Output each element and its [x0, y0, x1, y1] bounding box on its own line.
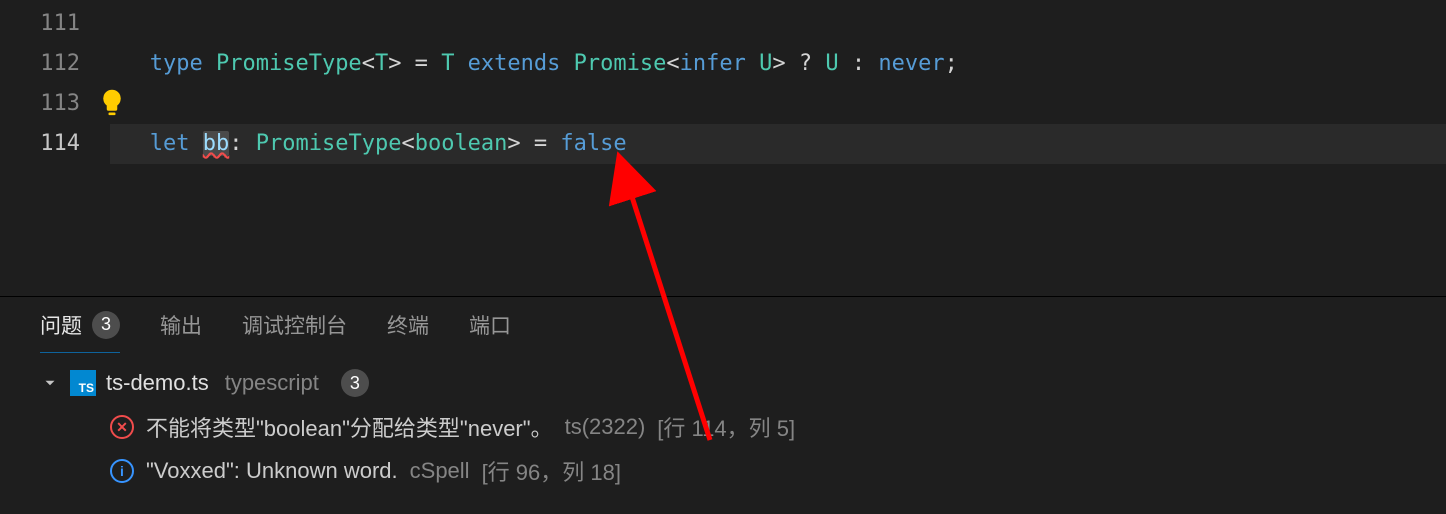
problem-code: ts(2322)	[565, 414, 646, 440]
space	[190, 131, 203, 156]
file-problems-badge: 3	[341, 369, 369, 397]
lightbulb-icon[interactable]	[98, 88, 126, 116]
tab-label: 输出	[160, 310, 202, 340]
problem-item-error[interactable]: ✕ 不能将类型"boolean"分配给类型"never"。 ts(2322) […	[40, 405, 1446, 449]
tab-debug-console[interactable]: 调试控制台	[242, 297, 347, 353]
space	[746, 51, 759, 76]
tab-problems[interactable]: 问题 3	[40, 297, 120, 353]
code-line[interactable]: let b: PromiseType<Promise<boolean>> = f…	[110, 84, 1446, 124]
code-line[interactable]	[110, 4, 1446, 44]
equals: =	[401, 51, 441, 76]
problem-item-info[interactable]: i "Voxxed": Unknown word. cSpell [行 96，列…	[40, 449, 1446, 493]
type-boolean: boolean	[415, 131, 508, 156]
ternary-q: ?	[786, 51, 826, 76]
code-editor[interactable]: 111 112 113 114 type PromiseType<T> = T …	[0, 0, 1446, 296]
type-param: U	[759, 51, 772, 76]
code-line[interactable]: let bb: PromiseType<boolean> = false	[110, 124, 1446, 164]
variable-name-error: bb	[203, 131, 230, 156]
keyword-infer: infer	[680, 51, 746, 76]
type-param: U	[825, 51, 838, 76]
problem-location: [行 114，列 5]	[657, 411, 795, 443]
code-content[interactable]: type PromiseType<T> = T extends Promise<…	[110, 4, 1446, 296]
problems-badge: 3	[92, 311, 120, 339]
problem-message: 不能将类型"boolean"分配给类型"never"。	[146, 411, 553, 443]
info-icon: i	[110, 459, 134, 483]
line-gutter: 111 112 113 114	[0, 4, 110, 296]
problem-code: cSpell	[410, 458, 470, 484]
angle-bracket: <	[362, 51, 375, 76]
tab-label: 终端	[387, 310, 429, 340]
line-number: 112	[0, 44, 80, 84]
angle-bracket: >	[507, 131, 520, 156]
problems-list: TS ts-demo.ts typescript 3 ✕ 不能将类型"boole…	[0, 353, 1446, 493]
value-false: false	[560, 131, 626, 156]
error-icon: ✕	[110, 415, 134, 439]
keyword-extends: extends	[454, 51, 573, 76]
angle-bracket: >	[388, 51, 401, 76]
panel-tab-bar: 问题 3 输出 调试控制台 终端 端口	[0, 297, 1446, 353]
colon: :	[229, 131, 256, 156]
tab-label: 调试控制台	[242, 310, 347, 340]
line-number: 113	[0, 84, 80, 124]
type-name: PromiseType	[256, 131, 402, 156]
bottom-panel: 问题 3 输出 调试控制台 终端 端口 TS ts-demo.ts typesc…	[0, 296, 1446, 514]
angle-bracket: >	[772, 51, 785, 76]
tab-label: 问题	[40, 310, 82, 340]
problem-location: [行 96，列 18]	[482, 455, 621, 487]
problems-file-header[interactable]: TS ts-demo.ts typescript 3	[40, 361, 1446, 405]
keyword-let: let	[150, 131, 190, 156]
angle-bracket: <	[401, 131, 414, 156]
typescript-file-icon: TS	[70, 370, 96, 396]
semicolon: ;	[945, 51, 958, 76]
tab-terminal[interactable]: 终端	[387, 297, 429, 353]
code-line[interactable]: type PromiseType<T> = T extends Promise<…	[110, 44, 1446, 84]
type-param: T	[375, 51, 388, 76]
tab-output[interactable]: 输出	[160, 297, 202, 353]
chevron-down-icon[interactable]	[40, 373, 60, 393]
tab-label: 端口	[469, 310, 511, 340]
equals: =	[521, 131, 561, 156]
keyword-type: type	[150, 51, 203, 76]
type-promise: Promise	[574, 51, 667, 76]
file-language: typescript	[225, 370, 319, 396]
line-number: 114	[0, 124, 80, 164]
line-number: 111	[0, 4, 80, 44]
type-name: PromiseType	[216, 51, 362, 76]
angle-bracket: <	[666, 51, 679, 76]
file-name: ts-demo.ts	[106, 370, 209, 396]
problem-message: "Voxxed": Unknown word.	[146, 458, 398, 484]
tab-ports[interactable]: 端口	[469, 297, 511, 353]
type-param: T	[441, 51, 454, 76]
keyword-never: never	[878, 51, 944, 76]
ternary-colon: :	[839, 51, 879, 76]
